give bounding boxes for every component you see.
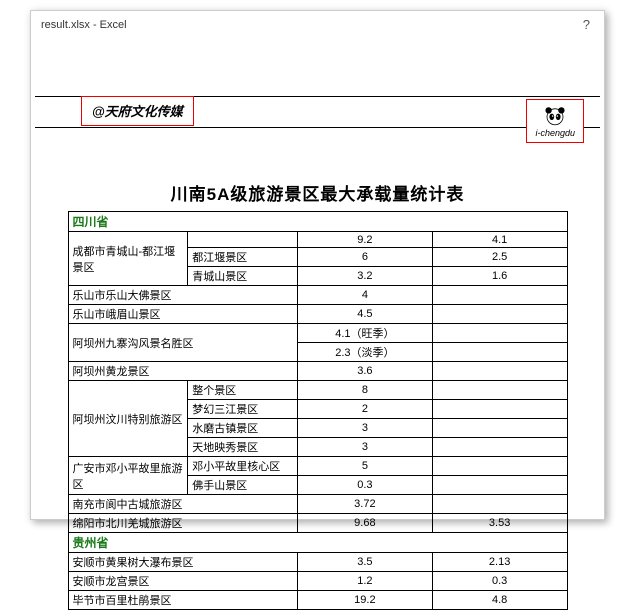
help-button[interactable]: ? [579,17,594,32]
table-row: 乐山市乐山大佛景区 4 [68,286,567,305]
page-header: @天府文化传媒 [35,38,600,128]
logo-highlight: i-chengdu [526,99,584,143]
table-row: 成都市青城山-都江堰景区 9.2 4.1 [68,232,567,248]
province-guizhou: 贵州省 [68,533,567,553]
table-row: 绵阳市北川羌城旅游区 9.68 3.53 [68,514,567,533]
logo-text: i-chengdu [535,128,575,138]
titlebar: result.xlsx - Excel ? [31,11,604,38]
table-row: 南充市阆中古城旅游区 3.72 [68,495,567,514]
table-row: 阿坝州黄龙景区 3.6 [68,362,567,381]
excel-window: result.xlsx - Excel ? @天府文化传媒 [30,10,605,520]
table-row: 毕节市百里杜鹃景区 19.2 4.8 [68,591,567,610]
table-row: 阿坝州九寨沟风景名胜区 4.1（旺季） [68,324,567,343]
watermark-text: @天府文化传媒 [92,104,183,119]
document-title: 川南5A级旅游景区最大承载量统计表 [35,180,600,205]
document-area: @天府文化传媒 i-chengdu 川南5A级旅游景区最大承载量统计表 [31,38,604,610]
watermark-highlight: @天府文化传媒 [81,96,194,126]
statistics-table: 四川省 成都市青城山-都江堰景区 9.2 4.1 都江堰景区 6 2.5 青城山… [68,211,568,610]
province-sichuan: 四川省 [68,212,567,232]
table-row: 广安市邓小平故里旅游区 邓小平故里核心区 5 [68,457,567,476]
table-row: 安顺市龙宫景区 1.2 0.3 [68,572,567,591]
table-row: 阿坝州汶川特别旅游区 整个景区 8 [68,381,567,400]
table-row: 乐山市峨眉山景区 4.5 [68,305,567,324]
panda-icon [539,104,571,128]
table-row: 安顺市黄果树大瀑布景区 3.5 2.13 [68,553,567,572]
file-title: result.xlsx - Excel [41,19,127,31]
